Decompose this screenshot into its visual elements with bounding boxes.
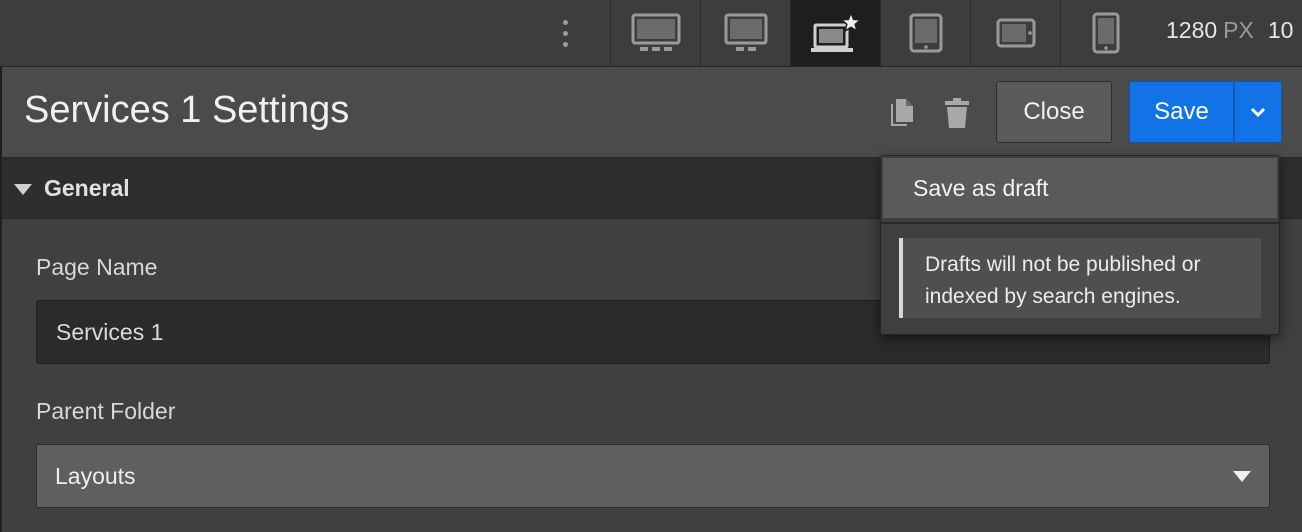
save-options-button[interactable] [1234, 81, 1282, 143]
close-button[interactable]: Close [996, 81, 1112, 143]
duplicate-icon [891, 99, 913, 126]
parent-folder-label: Parent Folder [36, 398, 176, 424]
laptop-star-icon [810, 11, 862, 52]
trash-icon [945, 98, 969, 128]
page-title: Services 1 Settings [24, 89, 350, 131]
save-options-menu: Save as draft Drafts will not be publish… [880, 155, 1280, 335]
top-toolbar: 1280 PX 10 [0, 0, 1302, 67]
breakpoint-tablet-button[interactable] [880, 0, 970, 66]
breakpoint-mobile-portrait-button[interactable] [1060, 0, 1150, 66]
breakpoint-selector [610, 0, 1150, 66]
section-title: General [44, 175, 130, 201]
canvas-width-value[interactable]: 1280 [1166, 17, 1217, 43]
save-button[interactable]: Save [1129, 81, 1234, 143]
page-name-label: Page Name [36, 254, 158, 280]
tablet-icon [909, 13, 942, 53]
zoom-value[interactable]: 10 [1268, 17, 1294, 43]
canvas-width-unit: PX [1223, 17, 1254, 43]
duplicate-page-button[interactable] [886, 97, 916, 129]
more-options-icon[interactable] [552, 14, 578, 52]
parent-folder-select[interactable]: Layouts [36, 444, 1270, 508]
breakpoint-desktop-button[interactable] [700, 0, 790, 66]
breakpoint-laptop-base-button[interactable] [790, 0, 880, 66]
breakpoint-mobile-landscape-button[interactable] [970, 0, 1060, 66]
menu-divider [881, 222, 1279, 224]
parent-folder-value: Layouts [55, 462, 136, 489]
panel-header: Services 1 Settings Close Save [2, 67, 1302, 159]
save-as-draft-item[interactable]: Save as draft [883, 158, 1277, 218]
phone-landscape-icon [996, 18, 1035, 48]
breakpoint-desktop-large-button[interactable] [610, 0, 700, 66]
dropdown-arrow-icon [1233, 471, 1251, 482]
draft-info-note: Drafts will not be published or indexed … [899, 238, 1261, 318]
monitor-large-icon [631, 13, 680, 51]
caret-down-icon [14, 184, 32, 195]
monitor-icon [724, 13, 767, 51]
chevron-down-icon [1250, 107, 1266, 117]
canvas-width-readout: 1280 PX 10 [1166, 17, 1293, 44]
phone-portrait-icon [1092, 12, 1119, 54]
delete-page-button[interactable] [942, 97, 972, 129]
